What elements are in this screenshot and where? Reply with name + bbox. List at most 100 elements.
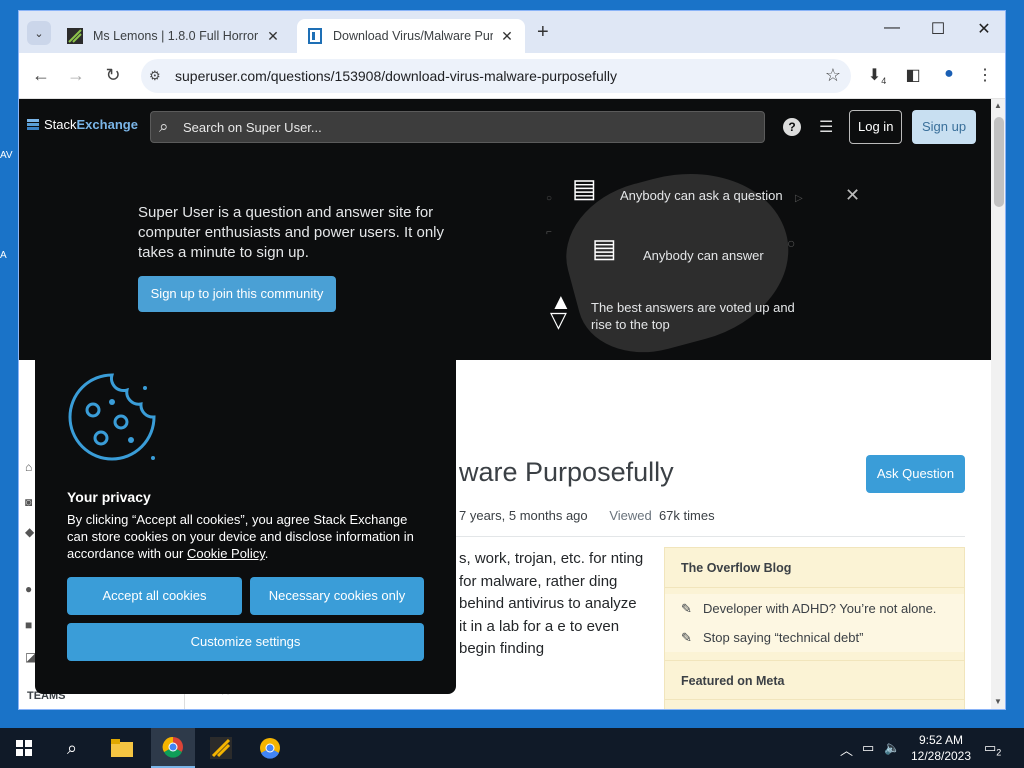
back-icon[interactable]: ← xyxy=(29,65,53,86)
url-text: superuser.com/questions/153908/download-… xyxy=(175,68,618,84)
blog-heading: The Overflow Blog xyxy=(665,548,964,588)
blog-item-text: Stop saying “technical debt” xyxy=(703,630,864,645)
tags-icon[interactable]: ◆ xyxy=(25,525,34,539)
page-scrollbar[interactable]: ▲ ▼ xyxy=(991,99,1005,709)
minimize-icon[interactable]: — xyxy=(869,19,915,37)
scroll-up-icon[interactable]: ▲ xyxy=(994,101,1002,110)
volume-muted-icon[interactable]: 🔈 xyxy=(884,740,900,756)
decor-triangle-icon: ▷ xyxy=(795,193,803,204)
hero-description: Super User is a question and answer site… xyxy=(138,204,444,261)
companies-icon[interactable]: ■ xyxy=(25,618,32,632)
blog-item[interactable]: ✎ Developer with ADHD? You’re not alone. xyxy=(665,594,964,623)
scrollbar-thumb[interactable] xyxy=(994,117,1004,207)
cookie-consent-dialog: Your privacy By clicking “Accept all coo… xyxy=(35,358,456,694)
scroll-down-icon[interactable]: ▼ xyxy=(994,697,1002,706)
tab-superuser[interactable]: Download Virus/Malware Purposefully ✕ xyxy=(297,19,525,53)
tab-title: Ms Lemons | 1.8.0 Full Horror Game xyxy=(93,29,259,43)
network-icon[interactable]: ▭ xyxy=(862,740,874,756)
home-icon[interactable]: ⌂ xyxy=(25,460,32,474)
close-window-icon[interactable]: ✕ xyxy=(961,19,1005,39)
tab-strip: ⌄ Ms Lemons | 1.8.0 Full Horror Game ✕ D… xyxy=(19,11,1005,53)
question-title[interactable]: ware Purposefully xyxy=(459,457,674,488)
browser-toolbar: ← → ↻ ⚙ superuser.com/questions/153908/d… xyxy=(19,53,1005,99)
feature-answer: Anybody can answer xyxy=(643,248,764,263)
blog-item[interactable]: ✎ Stop saying “technical debt” xyxy=(665,623,964,652)
site-info-icon[interactable]: ⚙ xyxy=(149,68,161,84)
customize-settings-button[interactable]: Customize settings xyxy=(67,623,424,661)
clock-time: 9:52 AM xyxy=(918,733,964,747)
file-explorer-icon[interactable] xyxy=(100,728,144,768)
blog-item-text: Developer with ADHD? You’re not alone. xyxy=(703,601,937,616)
viewed-value: 67k times xyxy=(658,508,715,523)
answer-speech-icon: ▤ xyxy=(592,233,617,263)
viewed-label: Viewed xyxy=(609,508,652,523)
site-switcher-icon[interactable]: ☰ xyxy=(819,117,839,136)
tab-ms-lemons[interactable]: Ms Lemons | 1.8.0 Full Horror Game ✕ xyxy=(57,19,291,53)
search-placeholder: Search on Super User... xyxy=(183,120,322,135)
desktop-shortcut-icon[interactable]: A xyxy=(0,250,18,261)
game-app-icon[interactable] xyxy=(199,728,243,768)
profile-icon[interactable]: ● xyxy=(937,65,961,83)
close-hero-icon[interactable]: ✕ xyxy=(845,185,860,206)
new-tab-icon[interactable]: + xyxy=(537,21,549,44)
logo-stack-text: Stack xyxy=(44,117,77,132)
game-favicon-icon xyxy=(67,28,83,44)
cookie-body: By clicking “Accept all cookies”, you ag… xyxy=(67,512,414,561)
overflow-blog-sidebar: The Overflow Blog ✎ Developer with ADHD?… xyxy=(664,547,965,709)
pencil-icon: ✎ xyxy=(681,601,692,616)
login-button[interactable]: Log in xyxy=(849,110,903,144)
accept-all-cookies-button[interactable]: Accept all cookies xyxy=(67,577,242,615)
system-clock[interactable]: 9:52 AM 12/28/2023 xyxy=(906,732,976,764)
search-icon: ⌕ xyxy=(159,117,169,136)
start-windows-icon[interactable] xyxy=(2,728,46,768)
tab-search-button[interactable]: ⌄ xyxy=(27,21,51,45)
help-icon[interactable]: ? xyxy=(783,118,801,136)
necessary-cookies-button[interactable]: Necessary cookies only xyxy=(250,577,424,615)
chrome-alt-icon[interactable] xyxy=(248,728,292,768)
logo-exchange-text: Exchange xyxy=(76,117,138,132)
close-tab-icon[interactable]: ✕ xyxy=(265,28,281,45)
tray-chevron-icon[interactable]: ︿ xyxy=(840,740,853,759)
bookmark-star-icon[interactable]: ☆ xyxy=(825,65,841,86)
search-icon[interactable]: ⌕ xyxy=(50,728,94,768)
questions-icon[interactable]: ◙ xyxy=(25,495,32,509)
question-body: s, work, trojan, etc. for nting for malw… xyxy=(459,550,644,657)
menu-dots-icon[interactable]: ⋮ xyxy=(973,65,997,85)
notifications-icon[interactable]: ▭2 xyxy=(984,740,1001,758)
decor-circle-icon: ○ xyxy=(546,193,553,204)
cookie-title: Your privacy xyxy=(67,489,151,505)
forward-icon[interactable]: → xyxy=(64,65,88,86)
signup-button[interactable]: Sign up xyxy=(912,110,977,144)
feature-ask: Anybody can ask a question xyxy=(620,188,783,203)
signup-hero: Super User is a question and answer site… xyxy=(19,149,991,369)
cookie-icon xyxy=(68,373,156,461)
site-search-input[interactable]: ⌕ Search on Super User... xyxy=(150,111,765,143)
superuser-favicon-icon xyxy=(308,28,322,44)
close-tab-icon[interactable]: ✕ xyxy=(499,28,515,45)
join-community-button[interactable]: Sign up to join this community xyxy=(138,276,336,312)
site-header: Stack Exchange ⌕ Search on Super User... … xyxy=(19,99,991,155)
asked-value: 7 years, 5 months ago xyxy=(459,508,588,523)
question-speech-icon: ▤ xyxy=(572,173,597,203)
vote-arrows-icon: ▲ ▽ xyxy=(550,289,572,332)
stack-exchange-logo[interactable]: Stack Exchange xyxy=(27,117,138,132)
side-panel-icon[interactable]: ◧ xyxy=(901,65,925,85)
question-meta: 7 years, 5 months ago Viewed 67k times xyxy=(459,508,715,523)
decor-circle-icon: ○ xyxy=(787,235,796,251)
ask-question-button[interactable]: Ask Question xyxy=(866,455,965,493)
reload-icon[interactable]: ↻ xyxy=(101,65,125,86)
chrome-icon[interactable] xyxy=(151,728,195,768)
pencil-icon: ✎ xyxy=(681,630,692,645)
feature-vote: The best answers are voted up and rise t… xyxy=(591,300,795,332)
notification-count: 2 xyxy=(996,747,1002,758)
maximize-icon[interactable]: ☐ xyxy=(915,19,961,39)
downloads-icon[interactable]: ⬇4 xyxy=(865,65,889,86)
decor-corner-icon: ⌐ xyxy=(546,227,552,238)
browser-window: ⌄ Ms Lemons | 1.8.0 Full Horror Game ✕ D… xyxy=(18,10,1006,710)
stack-exchange-logo-icon xyxy=(27,118,39,130)
desktop-shortcut-icon[interactable]: AV xyxy=(0,150,18,161)
meta-divider xyxy=(456,536,965,537)
address-bar[interactable]: ⚙ superuser.com/questions/153908/downloa… xyxy=(141,59,851,93)
cookie-policy-link[interactable]: Cookie Policy xyxy=(187,546,265,561)
users-icon[interactable]: ● xyxy=(25,582,32,596)
